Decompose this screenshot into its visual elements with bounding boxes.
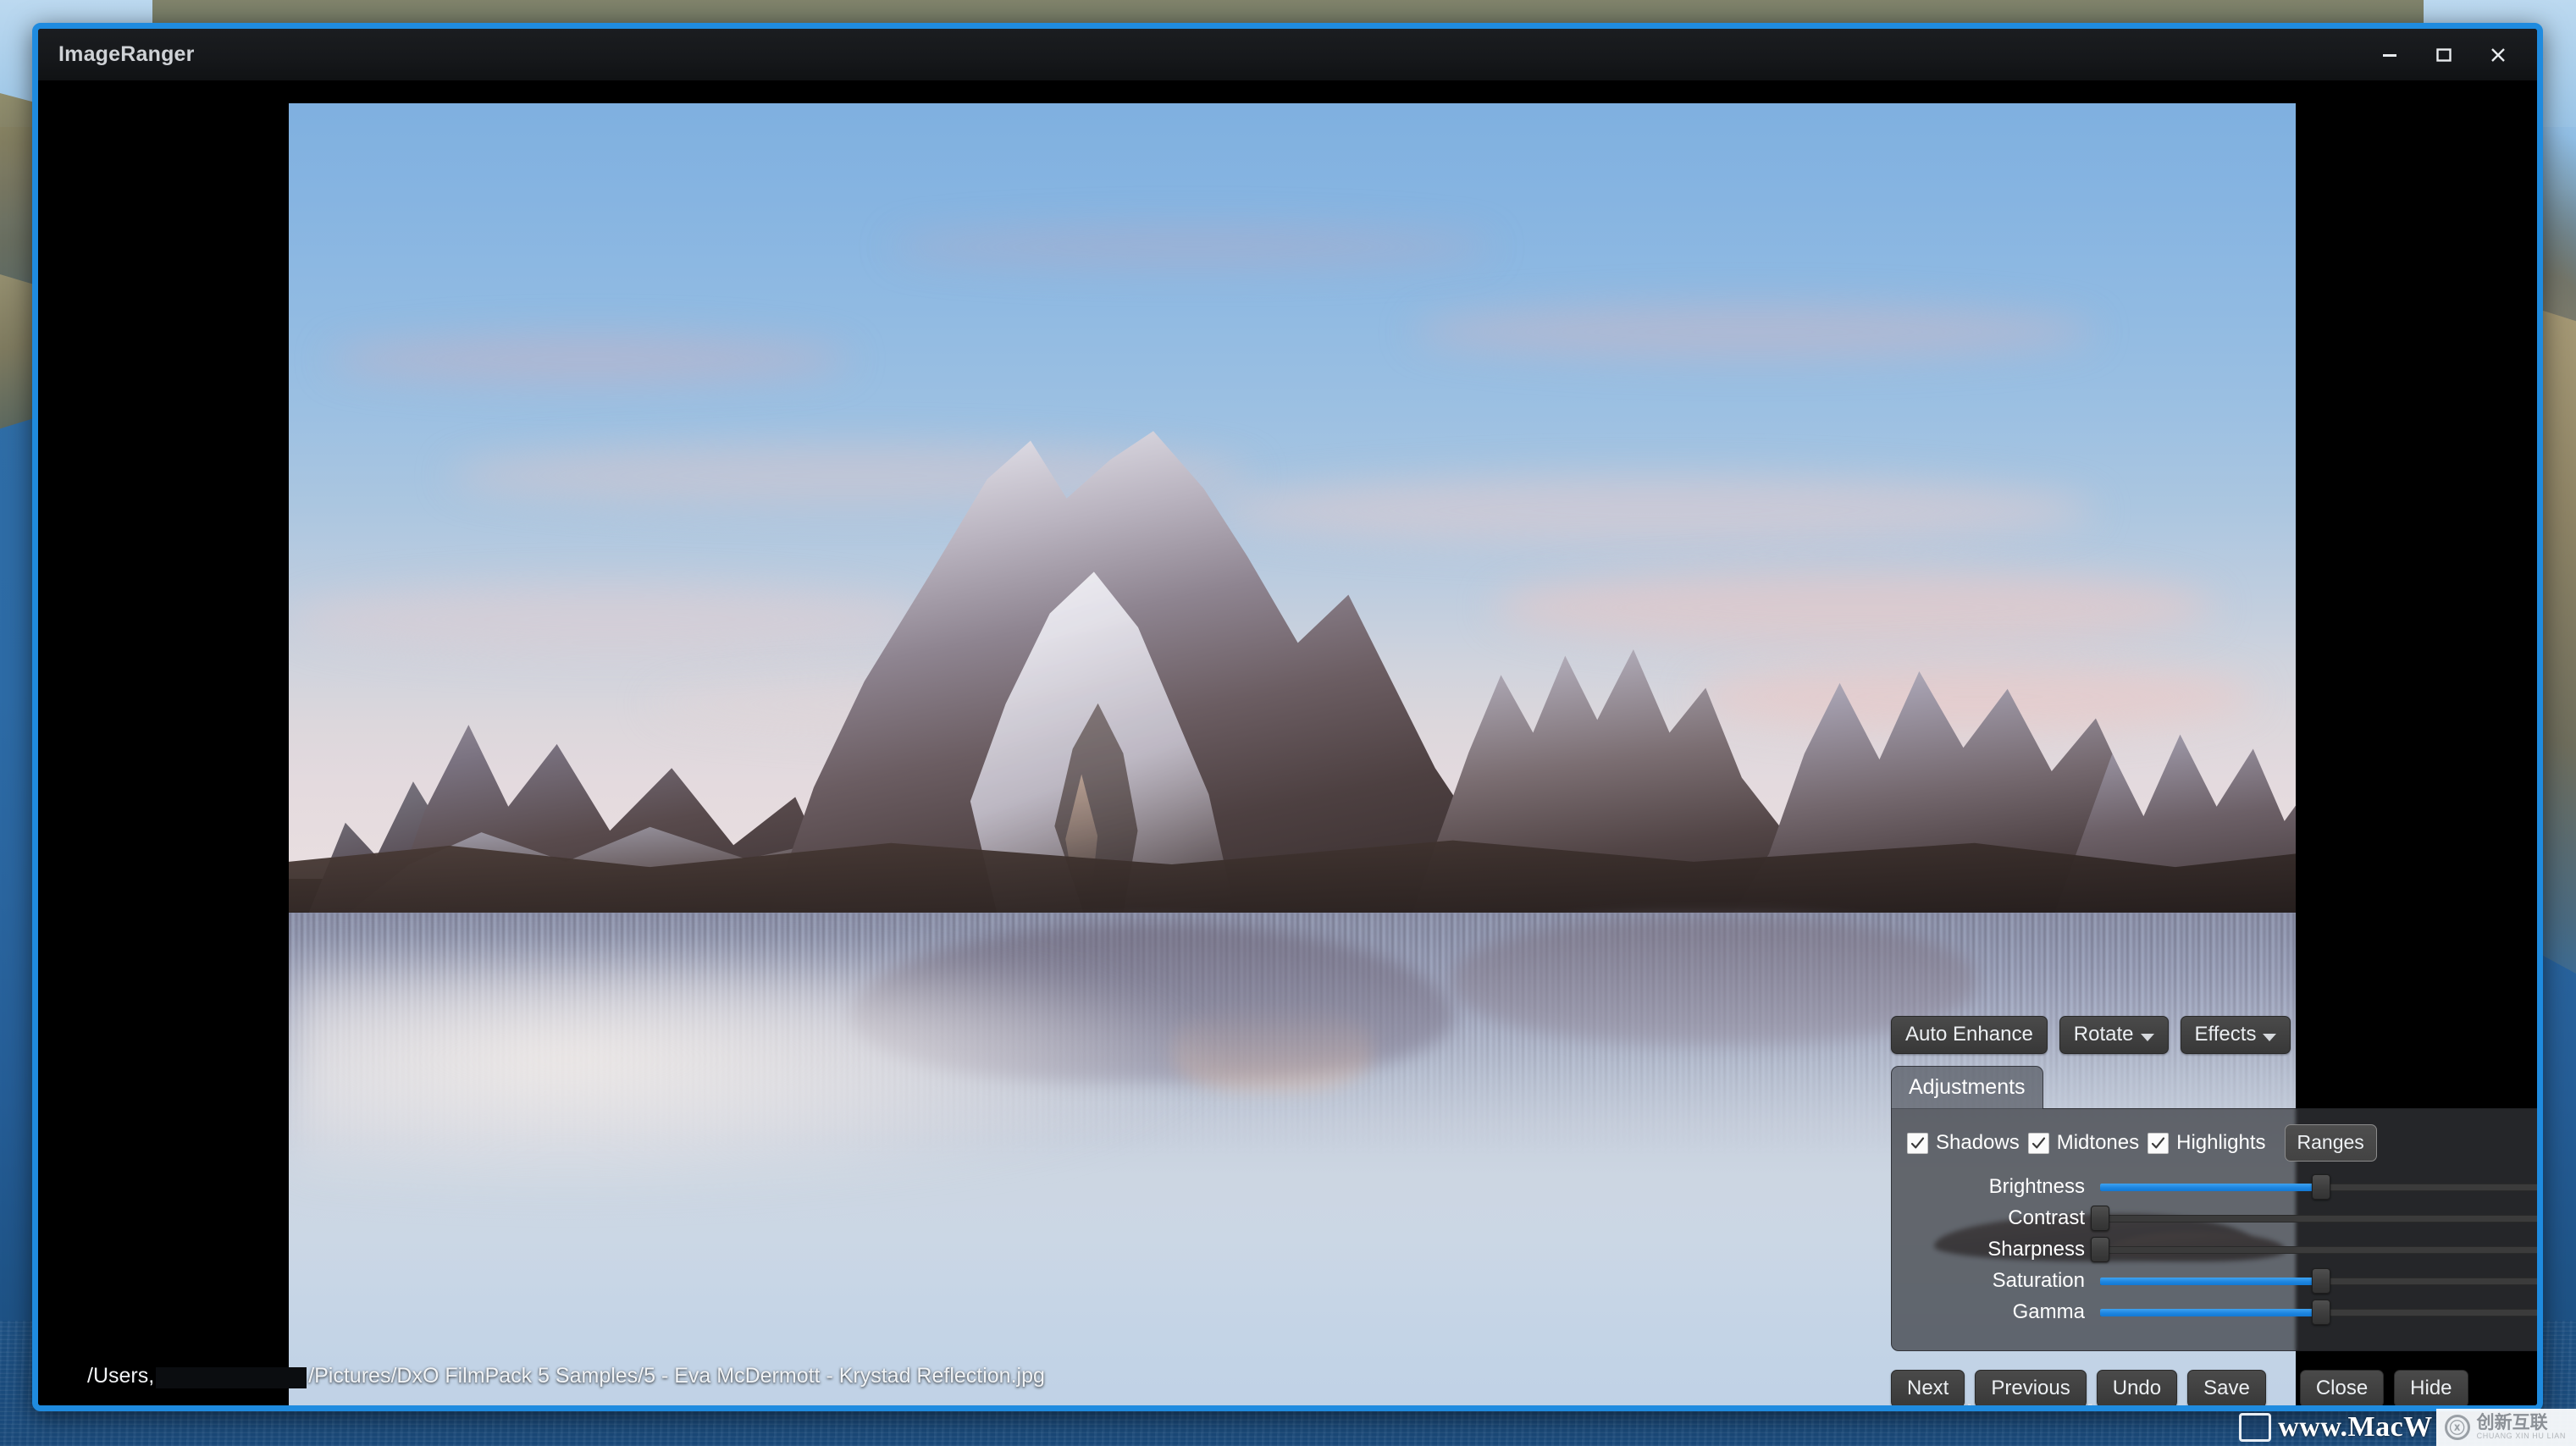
slider-contrast-track[interactable] — [2091, 1206, 2537, 1231]
adjustments-panel: Shadows Midtones Highlights Ranges Brigh… — [1891, 1108, 2537, 1351]
checkbox-midtones-label: Midtones — [2056, 1131, 2140, 1154]
toolbar-row: Auto Enhance Rotate Effects — [1891, 1016, 2537, 1054]
partner-badge: ⓧ 创新互联 CHUANG XIN HU LIAN — [2435, 1409, 2576, 1446]
site-watermark: www.MacW ⓧ 创新互联 CHUANG XIN HU LIAN — [2239, 1409, 2576, 1446]
site-watermark-logo: www.MacW — [2239, 1409, 2435, 1446]
slider-gamma[interactable]: Gamma — [1907, 1300, 2537, 1325]
previous-button[interactable]: Previous — [1975, 1370, 2087, 1405]
slider-sharpness-track[interactable] — [2091, 1237, 2537, 1262]
window-controls — [2364, 29, 2523, 81]
effects-dropdown-button[interactable]: Effects — [2180, 1016, 2291, 1054]
tab-adjustments[interactable]: Adjustments — [1891, 1066, 2043, 1109]
site-watermark-text: www.MacW — [2278, 1411, 2433, 1443]
path-redacted-username — [156, 1367, 307, 1388]
save-button[interactable]: Save — [2187, 1370, 2266, 1405]
rotate-label: Rotate — [2073, 1023, 2134, 1046]
badge-text: 创新互联 CHUANG XIN HU LIAN — [2476, 1413, 2566, 1441]
slider-sharpness-label: Sharpness — [1987, 1238, 2085, 1261]
minimize-icon[interactable] — [2364, 36, 2415, 75]
slider-rail — [2100, 1214, 2537, 1222]
slider-gamma-thumb[interactable] — [2312, 1300, 2330, 1325]
checkmark-icon — [1907, 1132, 1928, 1154]
editing-tools: Auto Enhance Rotate Effects Adjustments — [1891, 1016, 2537, 1405]
slider-saturation-label: Saturation — [1992, 1269, 2085, 1292]
image-canvas[interactable]: © EVA MCDERMOTT /Users, /Pictures/DxO Fi… — [38, 81, 2537, 1405]
badge-mark-icon: ⓧ — [2444, 1415, 2470, 1440]
slider-brightness-label: Brightness — [1988, 1175, 2085, 1198]
slider-brightness-thumb[interactable] — [2312, 1174, 2330, 1200]
checkmark-icon — [2148, 1132, 2170, 1154]
chevron-down-icon — [2140, 1034, 2154, 1041]
monitor-icon — [2239, 1413, 2272, 1442]
slider-rail — [2100, 1245, 2537, 1254]
title-bar[interactable]: ImageRanger — [38, 29, 2537, 81]
checkbox-shadows[interactable]: Shadows — [1907, 1131, 2020, 1155]
badge-name-pinyin: CHUANG XIN HU LIAN — [2476, 1432, 2566, 1441]
slider-list: Brightness Contrast Sharpness Saturation… — [1907, 1174, 2537, 1325]
close-icon[interactable] — [2473, 36, 2523, 75]
effects-label: Effects — [2194, 1023, 2257, 1046]
path-prefix: /Users, — [87, 1364, 155, 1388]
slider-saturation[interactable]: Saturation — [1907, 1268, 2537, 1294]
photo-water-sheen — [289, 954, 1213, 1188]
checkbox-highlights[interactable]: Highlights — [2148, 1131, 2266, 1155]
tone-range-checkboxes: Shadows Midtones Highlights Ranges — [1907, 1124, 2537, 1162]
slider-contrast-label: Contrast — [2008, 1206, 2085, 1229]
app-title: ImageRanger — [58, 42, 195, 66]
rotate-dropdown-button[interactable]: Rotate — [2059, 1016, 2169, 1054]
slider-brightness-track[interactable] — [2100, 1174, 2537, 1200]
slider-saturation-fill — [2100, 1277, 2321, 1285]
badge-name-cn: 创新互联 — [2476, 1413, 2548, 1433]
auto-enhance-button[interactable]: Auto Enhance — [1891, 1016, 2048, 1054]
hide-button[interactable]: Hide — [2394, 1370, 2468, 1405]
checkbox-shadows-label: Shadows — [1936, 1131, 2020, 1154]
slider-saturation-thumb[interactable] — [2312, 1268, 2330, 1294]
application-window: ImageRanger © EVA MCDERMOTT /Users, /Pic… — [32, 23, 2543, 1411]
slider-gamma-fill — [2100, 1308, 2321, 1316]
chevron-down-icon — [2263, 1034, 2277, 1041]
slider-sharpness[interactable]: Sharpness — [1907, 1237, 2537, 1262]
slider-brightness-fill — [2100, 1183, 2321, 1191]
slider-saturation-track[interactable] — [2100, 1268, 2537, 1294]
slider-sharpness-thumb[interactable] — [2091, 1237, 2109, 1262]
next-button[interactable]: Next — [1891, 1370, 1965, 1405]
slider-gamma-label: Gamma — [2012, 1300, 2085, 1323]
maximize-icon[interactable] — [2418, 36, 2469, 75]
undo-button[interactable]: Undo — [2096, 1370, 2178, 1405]
slider-contrast[interactable]: Contrast — [1907, 1206, 2537, 1231]
close-button[interactable]: Close — [2299, 1370, 2385, 1405]
action-button-bar: Next Previous Undo Save Close Hide — [1891, 1370, 2537, 1405]
checkmark-icon — [2027, 1132, 2049, 1154]
auto-enhance-label: Auto Enhance — [1905, 1023, 2033, 1046]
checkbox-highlights-label: Highlights — [2176, 1131, 2266, 1154]
slider-brightness[interactable]: Brightness — [1907, 1174, 2537, 1200]
checkbox-midtones[interactable]: Midtones — [2027, 1131, 2140, 1155]
slider-contrast-thumb[interactable] — [2091, 1206, 2109, 1231]
slider-gamma-track[interactable] — [2100, 1300, 2537, 1325]
ranges-button[interactable]: Ranges — [2284, 1124, 2377, 1162]
